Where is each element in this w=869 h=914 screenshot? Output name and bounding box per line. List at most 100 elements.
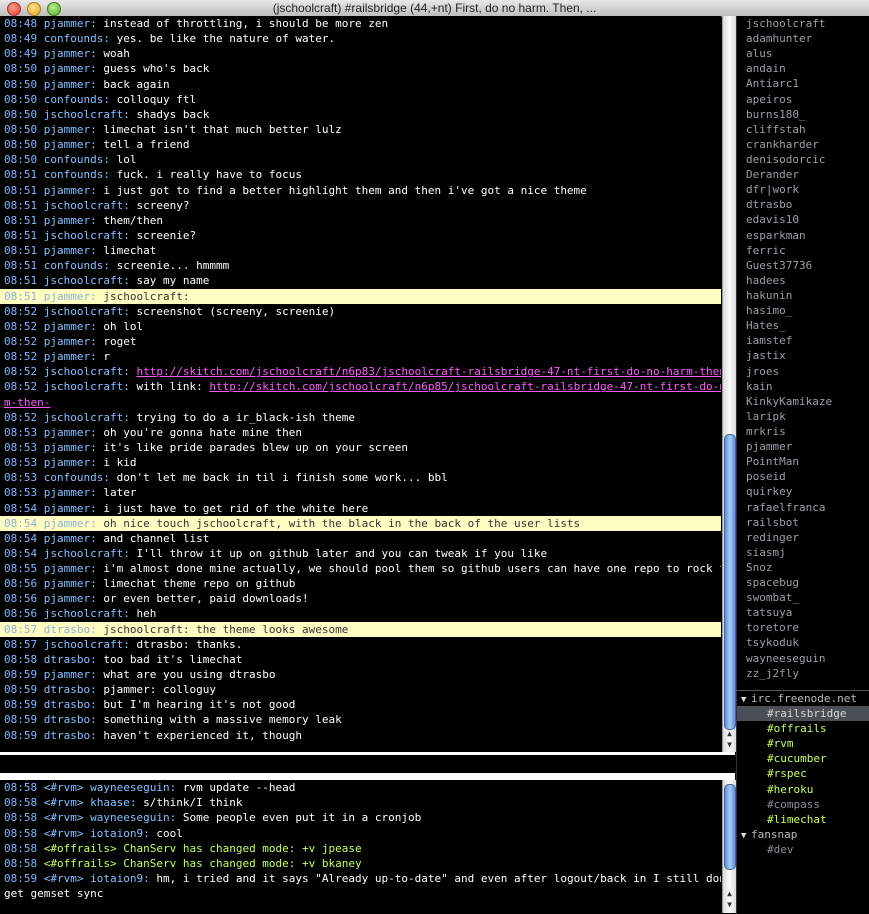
nickname[interactable]: jschoolcraft: <box>44 199 130 212</box>
nickname[interactable]: pjammer: <box>44 123 97 136</box>
channel-log[interactable]: 08:48 pjammer: instead of throttling, i … <box>0 16 721 752</box>
nickname[interactable]: pjammer: <box>44 290 97 303</box>
member-item[interactable]: quirkey <box>737 484 869 499</box>
member-item[interactable]: railsbot <box>737 515 869 530</box>
nickname[interactable]: pjammer: <box>44 456 97 469</box>
nickname[interactable]: pjammer: <box>44 668 97 681</box>
member-item[interactable]: andain <box>737 61 869 76</box>
member-item[interactable]: laripk <box>737 409 869 424</box>
nickname[interactable]: dtrasbo: <box>44 683 97 696</box>
member-item[interactable]: toretore <box>737 620 869 635</box>
nickname[interactable]: jschoolcraft: <box>44 229 130 242</box>
channel-item[interactable]: #compass <box>737 797 869 812</box>
nickname[interactable]: confounds: <box>44 471 110 484</box>
console-scroll-down-arrow-icon[interactable]: ▼ <box>723 899 736 910</box>
message-link[interactable]: http://skitch.com/jschoolcraft/n6p83/jsc… <box>136 365 721 378</box>
member-item[interactable]: hakunin <box>737 288 869 303</box>
member-item[interactable]: kain <box>737 379 869 394</box>
nickname[interactable]: pjammer: <box>44 244 97 257</box>
member-item[interactable]: ferric <box>737 243 869 258</box>
member-item[interactable]: dtrasbo <box>737 197 869 212</box>
nickname[interactable]: khaase: <box>90 796 136 809</box>
nickname[interactable]: jschoolcraft: <box>44 380 130 393</box>
member-item[interactable]: spacebug <box>737 575 869 590</box>
nickname[interactable]: pjammer: <box>44 532 97 545</box>
nickname[interactable]: jschoolcraft: <box>44 305 130 318</box>
server-tree[interactable]: ▼ irc.freenode.net #railsbridge #offrails #r… <box>736 690 869 914</box>
nickname[interactable]: pjammer: <box>44 441 97 454</box>
nickname[interactable]: iotaion9: <box>90 827 150 840</box>
disclosure-triangle-icon[interactable]: ▼ <box>741 829 751 844</box>
nickname[interactable]: jschoolcraft: <box>44 411 130 424</box>
channel-log-scrollbar[interactable]: ▲ ▼ <box>722 16 736 752</box>
member-item[interactable]: rafaelfranca <box>737 500 869 515</box>
member-item[interactable]: pjammer <box>737 439 869 454</box>
member-item[interactable]: jastix <box>737 348 869 363</box>
nickname[interactable]: iotaion9: <box>90 872 150 885</box>
nickname[interactable]: jschoolcraft: <box>44 274 130 287</box>
server-item[interactable]: ▼ fansnap <box>737 827 869 842</box>
member-item[interactable]: burns180_ <box>737 107 869 122</box>
channel-item[interactable]: #limechat <box>737 812 869 827</box>
nickname[interactable]: confounds: <box>44 259 110 272</box>
nickname[interactable]: jschoolcraft: <box>44 607 130 620</box>
console-log-scrollbar[interactable]: ▲ ▼ <box>722 780 736 913</box>
message-input[interactable] <box>0 755 721 773</box>
nickname[interactable]: dtrasbo: <box>44 623 97 636</box>
disclosure-triangle-icon[interactable]: ▼ <box>741 693 751 708</box>
nickname[interactable]: confounds: <box>44 93 110 106</box>
nickname[interactable]: pjammer: <box>44 214 97 227</box>
nickname[interactable]: jschoolcraft: <box>44 547 130 560</box>
member-item[interactable]: tatsuya <box>737 605 869 620</box>
member-item[interactable]: Hates_ <box>737 318 869 333</box>
member-item[interactable]: cliffstah <box>737 122 869 137</box>
member-item[interactable]: adamhunter <box>737 31 869 46</box>
member-item[interactable]: alus <box>737 46 869 61</box>
server-item[interactable]: ▼ irc.freenode.net <box>737 691 869 706</box>
console-splitter[interactable] <box>0 773 735 780</box>
console-log-scroll-thumb[interactable] <box>724 784 736 870</box>
member-item[interactable]: edavis10 <box>737 212 869 227</box>
nickname[interactable]: pjammer: <box>44 562 97 575</box>
member-list[interactable]: jschoolcraft adamhunter alus andain Antiarc1… <box>736 16 869 690</box>
member-item[interactable]: poseid <box>737 469 869 484</box>
nickname[interactable]: pjammer: <box>44 350 97 363</box>
member-item[interactable]: KinkyKamikaze <box>737 394 869 409</box>
member-item[interactable]: jroes <box>737 364 869 379</box>
nickname[interactable]: confounds: <box>44 153 110 166</box>
member-item[interactable]: PointMan <box>737 454 869 469</box>
nickname[interactable]: jschoolcraft: <box>44 638 130 651</box>
nickname[interactable]: pjammer: <box>44 320 97 333</box>
nickname[interactable]: pjammer: <box>44 502 97 515</box>
window-titlebar[interactable]: (jschoolcraft) #railsbridge (44,+nt) Fir… <box>0 0 869 17</box>
nickname[interactable]: dtrasbo: <box>44 653 97 666</box>
message-link[interactable]: m-then- <box>4 396 50 409</box>
member-item[interactable]: hadees <box>737 273 869 288</box>
nickname[interactable]: pjammer: <box>44 335 97 348</box>
member-item[interactable]: esparkman <box>737 228 869 243</box>
channel-item[interactable]: #offrails <box>737 721 869 736</box>
nickname[interactable]: pjammer: <box>44 47 97 60</box>
nickname[interactable]: confounds: <box>44 168 110 181</box>
member-item[interactable]: Guest37736 <box>737 258 869 273</box>
channel-item[interactable]: #rspec <box>737 766 869 781</box>
member-item[interactable]: hasimo_ <box>737 303 869 318</box>
nickname[interactable]: dtrasbo: <box>44 713 97 726</box>
member-item[interactable]: jschoolcraft <box>737 16 869 31</box>
member-item[interactable]: dfr|work <box>737 182 869 197</box>
message-link[interactable]: http://skitch.com/jschoolcraft/n6p85/jsc… <box>209 380 721 393</box>
nickname[interactable]: pjammer: <box>44 62 97 75</box>
nickname[interactable]: pjammer: <box>44 577 97 590</box>
nickname[interactable]: pjammer: <box>44 138 97 151</box>
console-log[interactable]: 08:58 <#rvm> wayneeseguin: rvm update --… <box>0 780 721 913</box>
member-item[interactable]: siasmj <box>737 545 869 560</box>
member-item[interactable]: redinger <box>737 530 869 545</box>
console-scroll-up-arrow-icon[interactable]: ▲ <box>723 888 736 899</box>
member-item[interactable]: mrkris <box>737 424 869 439</box>
channel-item[interactable]: #railsbridge <box>737 706 869 722</box>
member-item[interactable]: Antiarc1 <box>737 76 869 91</box>
nickname[interactable]: pjammer: <box>44 486 97 499</box>
scroll-up-arrow-icon[interactable]: ▲ <box>723 728 736 739</box>
nickname[interactable]: jschoolcraft: <box>44 108 130 121</box>
nickname[interactable]: pjammer: <box>44 184 97 197</box>
